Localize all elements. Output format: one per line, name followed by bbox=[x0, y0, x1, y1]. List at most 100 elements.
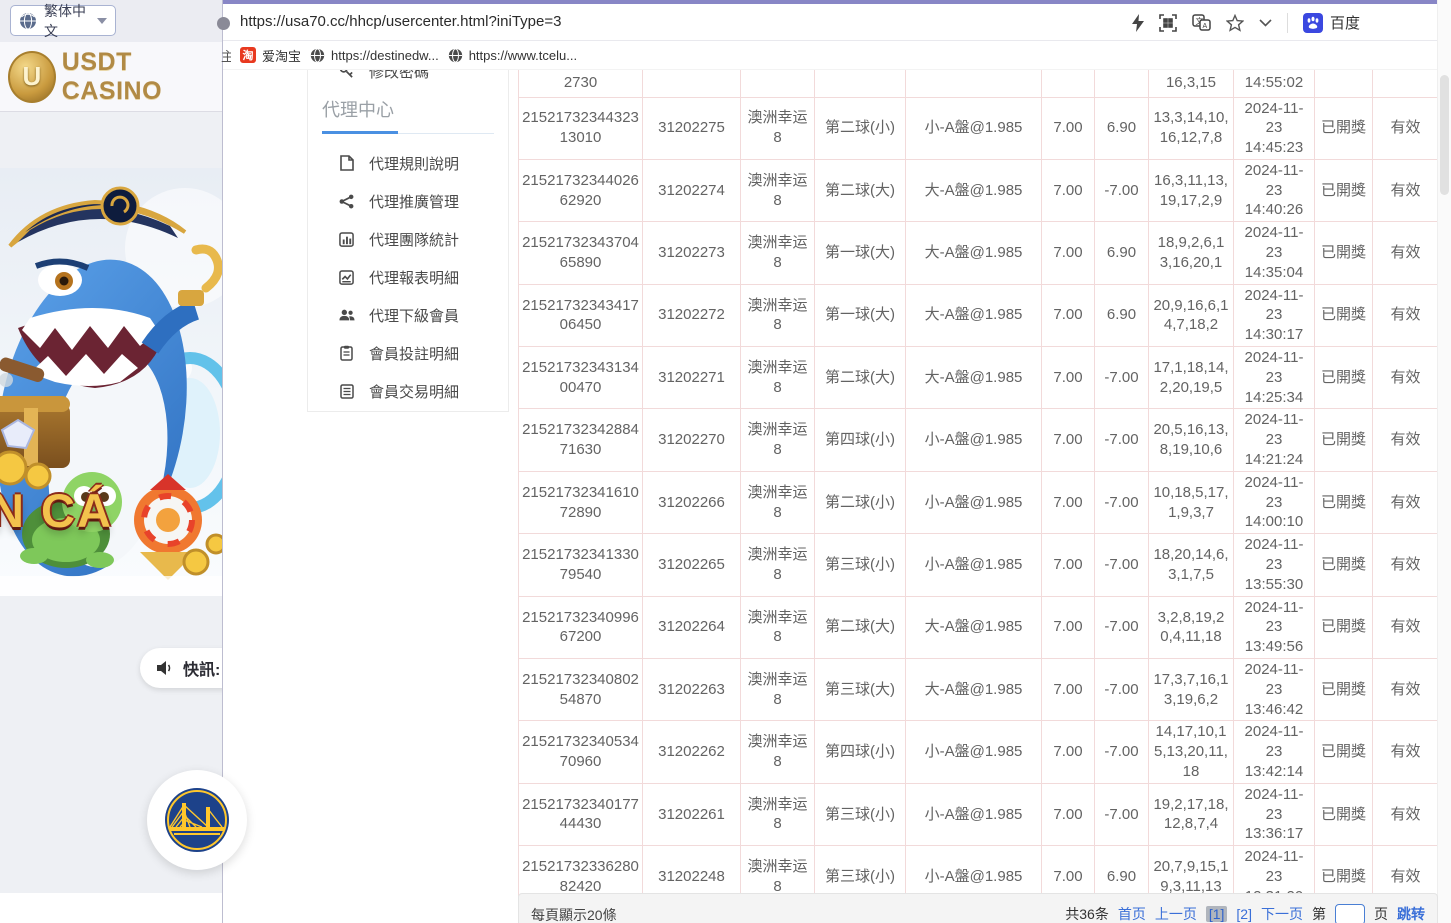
baidu-paw-icon bbox=[1302, 12, 1323, 33]
cell-issue: 31202266 bbox=[642, 470, 741, 535]
bookmark-destinedw[interactable]: https://destinedw... bbox=[310, 48, 439, 63]
cell-lottery: 澳洲幸运8 bbox=[740, 595, 815, 660]
chevron-down-icon bbox=[97, 17, 107, 24]
report-icon bbox=[338, 269, 355, 286]
bookmark-partial[interactable]: 主 bbox=[221, 46, 231, 65]
language-label: 繁体中文 bbox=[44, 2, 86, 39]
bookmark-tcelu[interactable]: https://www.tcelu... bbox=[448, 48, 577, 63]
cell-amount: 7.00 bbox=[1041, 346, 1095, 410]
scrollbar[interactable] bbox=[1437, 0, 1451, 923]
cell-valid: 有效 bbox=[1372, 720, 1439, 784]
sidebar-item-agent-promotion[interactable]: 代理推廣管理 bbox=[308, 182, 508, 220]
cell-content: 小-A盤@1.985 bbox=[905, 470, 1042, 535]
search-engine-label: 百度 bbox=[1329, 15, 1360, 32]
cell-status: 已開獎 bbox=[1314, 470, 1373, 535]
cell-numbers: 10,18,5,17,1,9,3,7 bbox=[1148, 470, 1234, 535]
cell-valid: 有效 bbox=[1372, 782, 1439, 847]
lightning-icon[interactable] bbox=[1131, 13, 1144, 32]
cell-numbers: 13,3,14,10,16,12,7,8 bbox=[1148, 96, 1234, 160]
cell-numbers: 14,17,10,15,13,20,11,18 bbox=[1148, 720, 1234, 784]
cell-amount: 7.00 bbox=[1041, 782, 1095, 847]
cell-order: 2152173234017744430 bbox=[518, 782, 643, 847]
menu-underline bbox=[322, 131, 494, 134]
prev-page-link[interactable]: 上一页 bbox=[1155, 904, 1197, 923]
cell-order: 2152173234402662920 bbox=[518, 158, 643, 223]
team-logo-badge[interactable] bbox=[147, 770, 247, 870]
partial-cell-play bbox=[814, 70, 906, 98]
game-banner[interactable]: N CÁ bbox=[0, 168, 224, 596]
cell-order: 2152173234161072890 bbox=[518, 470, 643, 535]
favorite-star-icon[interactable] bbox=[1225, 13, 1244, 32]
cell-lottery: 澳洲幸运8 bbox=[740, 533, 815, 597]
cell-time: 2024-11-23 14:25:34 bbox=[1233, 346, 1315, 410]
cell-numbers: 19,2,17,18,12,8,7,4 bbox=[1148, 782, 1234, 847]
cell-winloss: 6.90 bbox=[1094, 96, 1149, 160]
cell-amount: 7.00 bbox=[1041, 96, 1095, 160]
cell-time: 2024-11-23 13:42:14 bbox=[1233, 720, 1315, 784]
cell-status: 已開獎 bbox=[1314, 658, 1373, 722]
cell-valid: 有效 bbox=[1372, 283, 1439, 348]
toolbar-divider bbox=[1286, 12, 1288, 33]
cell-content: 小-A盤@1.985 bbox=[905, 782, 1042, 847]
cell-numbers: 20,5,16,13,8,19,10,6 bbox=[1148, 408, 1234, 472]
cell-content: 小-A盤@1.985 bbox=[905, 408, 1042, 472]
cell-issue: 31202272 bbox=[642, 283, 741, 348]
partial-cell-content bbox=[905, 70, 1042, 98]
cell-order: 2152173234370465890 bbox=[518, 221, 643, 285]
cell-amount: 7.00 bbox=[1041, 658, 1095, 722]
cell-issue: 31202264 bbox=[642, 595, 741, 660]
table-row: 2152173234133079540 31202265 澳洲幸运8 第三球(小) 小-… bbox=[518, 533, 1439, 597]
sidebar-item-member-transactions[interactable]: 會員交易明細 bbox=[308, 372, 508, 410]
key-icon bbox=[338, 70, 355, 80]
globe-icon bbox=[448, 47, 463, 63]
casino-logo[interactable]: U USDT CASINO bbox=[0, 42, 224, 112]
cell-order: 2152173234313400470 bbox=[518, 346, 643, 410]
jump-button[interactable]: 跳转 bbox=[1397, 904, 1425, 923]
cell-winloss: -7.00 bbox=[1094, 158, 1149, 223]
page-jump-input[interactable] bbox=[1335, 903, 1365, 923]
page-2-link[interactable]: [2] bbox=[1236, 906, 1252, 922]
cell-amount: 7.00 bbox=[1041, 221, 1095, 285]
cell-valid: 有效 bbox=[1372, 658, 1439, 722]
sidebar-item-agent-team-stats[interactable]: 代理團隊統計 bbox=[308, 220, 508, 258]
language-selector[interactable]: 繁体中文 bbox=[10, 3, 116, 39]
taobao-icon: 淘 bbox=[240, 47, 256, 63]
sidebar-item-agent-sub-members[interactable]: 代理下級會員 bbox=[308, 296, 508, 334]
search-engine-button[interactable]: 百度 bbox=[1302, 12, 1360, 33]
sidebar-item-agent-rules[interactable]: 代理規則說明 bbox=[308, 144, 508, 182]
first-page-link[interactable]: 首页 bbox=[1118, 904, 1146, 923]
cell-issue: 31202270 bbox=[642, 408, 741, 472]
cell-valid: 有效 bbox=[1372, 595, 1439, 660]
sidebar-item-agent-report[interactable]: 代理報表明細 bbox=[308, 258, 508, 296]
qr-code-icon[interactable] bbox=[1159, 13, 1177, 32]
sidebar-item-member-bets[interactable]: 會員投註明細 bbox=[308, 334, 508, 372]
cell-amount: 7.00 bbox=[1041, 408, 1095, 472]
cell-status: 已開獎 bbox=[1314, 782, 1373, 847]
cell-valid: 有效 bbox=[1372, 470, 1439, 535]
cell-play: 第四球(小) bbox=[814, 720, 906, 784]
next-page-link[interactable]: 下一页 bbox=[1261, 904, 1303, 923]
translate-icon[interactable]: 文A bbox=[1192, 14, 1211, 31]
cell-play: 第一球(大) bbox=[814, 283, 906, 348]
cell-issue: 31202274 bbox=[642, 158, 741, 223]
cell-valid: 有效 bbox=[1372, 533, 1439, 597]
cell-issue: 31202263 bbox=[642, 658, 741, 722]
warriors-bridge-icon bbox=[165, 788, 229, 852]
page-content: 修改密碼 代理中心 代理規則說明 代理推廣管理 代理團隊統計 代理報表明細 代理… bbox=[223, 0, 1451, 923]
address-bar[interactable]: https://usa70.cc/hhcp/usercenter.html?in… bbox=[217, 4, 1451, 41]
cell-status: 已開獎 bbox=[1314, 533, 1373, 597]
url-text[interactable]: https://usa70.cc/hhcp/usercenter.html?in… bbox=[240, 13, 561, 30]
menu-item-change-password[interactable]: 修改密碼 bbox=[308, 70, 508, 84]
bookmark-taobao[interactable]: 淘 爱淘宝 bbox=[240, 46, 301, 65]
cell-order: 2152173234288471630 bbox=[518, 408, 643, 472]
cell-issue: 31202261 bbox=[642, 782, 741, 847]
partial-cell-status bbox=[1314, 70, 1373, 98]
bet-records-table: 2730 16,3,15 14:55:02 2152173234432313010 31… bbox=[518, 70, 1439, 923]
language-bar: 繁体中文 bbox=[0, 0, 224, 42]
cell-status: 已開獎 bbox=[1314, 595, 1373, 660]
chevron-down-icon[interactable] bbox=[1259, 18, 1272, 27]
partial-cell-valid bbox=[1372, 70, 1439, 98]
cell-play: 第三球(小) bbox=[814, 782, 906, 847]
cell-lottery: 澳洲幸运8 bbox=[740, 658, 815, 722]
scrollbar-thumb[interactable] bbox=[1440, 75, 1449, 195]
